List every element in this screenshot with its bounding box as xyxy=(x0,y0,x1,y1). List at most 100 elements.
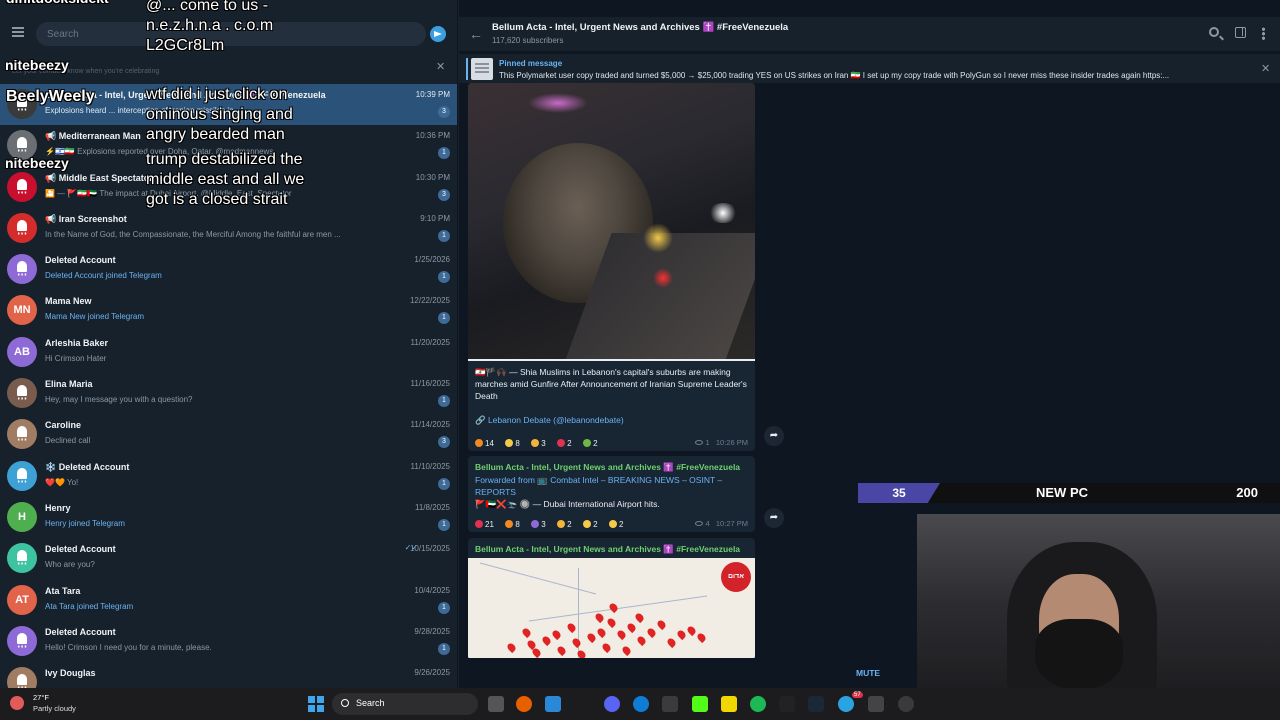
reaction-clap[interactable]: 3 xyxy=(531,439,546,448)
sticky-notes-icon[interactable] xyxy=(721,696,737,712)
video-light xyxy=(653,268,673,288)
spotify-icon[interactable] xyxy=(750,696,766,712)
steam-icon[interactable] xyxy=(808,696,824,712)
reaction-fire[interactable]: 8 xyxy=(505,520,520,529)
alert-map-image[interactable]: אדום xyxy=(468,558,755,658)
chat-name: 📢 Mediterranean Man xyxy=(45,131,141,142)
avatar xyxy=(7,378,37,409)
avatar xyxy=(7,130,37,161)
menu-icon[interactable] xyxy=(12,27,24,37)
store-icon[interactable] xyxy=(662,696,678,712)
reaction-fire[interactable]: 14 xyxy=(475,439,494,448)
chat-name: 📢 Iran Screenshot xyxy=(45,213,127,224)
avatar: MN xyxy=(7,295,37,326)
clap-icon xyxy=(531,439,540,447)
chat-name: ❄️ Deleted Account xyxy=(45,461,130,472)
video-light xyxy=(643,223,673,253)
chat-time: 1/25/2026 xyxy=(414,255,450,265)
chat-list-item[interactable]: AB Arleshia Baker 11/20/2025 Hi Crimson Hat… xyxy=(0,332,457,373)
reaction-laugh[interactable]: 8 xyxy=(505,439,520,448)
task-view-icon[interactable] xyxy=(488,696,504,712)
chat-preview: Henry joined Telegram xyxy=(45,518,125,528)
message-map-post: Bellum Acta - Intel, Urgent News and Arc… xyxy=(468,538,755,658)
chat-list-item[interactable]: Deleted Account 10/15/2025 ✓✓ Who are you? xyxy=(0,538,457,579)
more-options-icon[interactable] xyxy=(1262,27,1265,40)
search-input[interactable] xyxy=(36,22,426,46)
map-alert-pin xyxy=(595,626,608,639)
chat-name: Elina Maria xyxy=(45,379,93,390)
chat-name: Deleted Account xyxy=(45,255,116,266)
video-progress-bar[interactable] xyxy=(468,359,755,361)
app-icon[interactable] xyxy=(779,696,795,712)
score-right: 200 xyxy=(1236,485,1258,500)
chat-list-item[interactable]: MN Mama New 12/22/2025 Mama New joined Tele… xyxy=(0,290,457,331)
notification-badge: 57 xyxy=(852,692,863,698)
weather-temp: 27°F xyxy=(33,693,49,702)
chat-list-item[interactable]: Deleted Account 1/25/2026 Deleted Account … xyxy=(0,249,457,290)
chat-time: 9/28/2025 xyxy=(414,626,450,636)
chat-list-item[interactable]: Deleted Account 9/28/2025 Hello! Crimson I… xyxy=(0,621,457,662)
unread-badge: 1 xyxy=(438,312,450,325)
chat-time: 11/14/2025 xyxy=(410,420,450,430)
search-icon[interactable] xyxy=(1209,27,1219,37)
message-time: 10:27 PM xyxy=(715,519,748,528)
pinned-message-bar[interactable]: Pinned message This Polymarket user copy… xyxy=(459,53,1280,83)
map-alert-pin xyxy=(635,634,648,647)
reaction-cry[interactable]: 2 xyxy=(608,520,623,529)
reaction-count: 3 xyxy=(541,520,546,529)
share-icon[interactable]: ➦ xyxy=(764,508,784,528)
unread-badge: 1 xyxy=(438,395,450,408)
reaction-vomit[interactable]: 2 xyxy=(583,439,598,448)
chat-list-item[interactable]: Ivy Douglas 9/26/2025 xyxy=(0,662,457,688)
fire-icon xyxy=(505,520,514,528)
sidebar: Let your contacts know when you're celeb… xyxy=(0,0,458,688)
reaction-pray[interactable]: 3 xyxy=(531,520,546,529)
reaction-count: 2 xyxy=(593,520,598,529)
avatar xyxy=(7,212,37,243)
kick-icon[interactable] xyxy=(692,696,708,712)
vscode-icon[interactable] xyxy=(545,696,561,712)
channel-title[interactable]: Bellum Acta - Intel, Urgent News and Arc… xyxy=(492,22,788,33)
reaction-scream[interactable]: 2 xyxy=(583,520,598,529)
discord-icon[interactable] xyxy=(604,696,620,712)
forwarded-from[interactable]: Forwarded from 📺 Combat Intel – BREAKING… xyxy=(475,474,747,498)
source-link[interactable]: 🔗 Lebanon Debate (@lebanondebate) xyxy=(475,415,624,426)
chat-list-item[interactable]: ❄️ Deleted Account 11/10/2025 ❤️🧡 Yo! 1 xyxy=(0,456,457,497)
map-alert-pin xyxy=(605,616,618,629)
close-icon[interactable]: ✕ xyxy=(1261,62,1270,75)
reaction-heart[interactable]: 21 xyxy=(475,520,494,529)
mute-button[interactable]: MUTE xyxy=(856,668,880,678)
obs-icon[interactable] xyxy=(868,696,884,712)
close-icon[interactable]: ✕ xyxy=(436,60,445,73)
telegram-icon[interactable] xyxy=(430,26,446,42)
share-icon[interactable]: ➦ xyxy=(764,426,784,446)
telegram-icon[interactable] xyxy=(838,696,854,712)
app-icon[interactable] xyxy=(898,696,914,712)
chat-list-item[interactable]: Elina Maria 11/16/2025 Hey, may I message … xyxy=(0,373,457,414)
fire-icon xyxy=(475,439,483,447)
avatar: H xyxy=(7,501,37,532)
chat-list-item[interactable]: H Henry 11/8/2025 Henry joined Telegram 1 xyxy=(0,497,457,538)
chat-list-item[interactable]: Bellum Acta - Intel, Urgent News and Arc… xyxy=(0,84,457,126)
chat-list-item[interactable]: Caroline 11/14/2025 Declined call 3 xyxy=(0,414,457,455)
chat-name: Henry xyxy=(45,502,71,513)
message-sender[interactable]: Bellum Acta - Intel, Urgent News and Arc… xyxy=(475,544,740,555)
search-box[interactable] xyxy=(36,22,426,46)
reaction-thumbs-down[interactable]: 2 xyxy=(557,520,572,529)
chat-list-item[interactable]: AT Ata Tara 10/4/2025 Ata Tara joined Teleg… xyxy=(0,580,457,621)
reaction-heart[interactable]: 2 xyxy=(557,439,572,448)
chat-list-item[interactable]: 📢 Iran Screenshot 9:10 PM In the Name of G… xyxy=(0,208,457,249)
firefox-icon[interactable] xyxy=(516,696,532,712)
taskbar-search[interactable]: Search xyxy=(332,693,478,715)
chat-list-item[interactable]: 📢 Mediterranean Man 10:36 PM ⚡️🇮🇱🇮🇷 Explos… xyxy=(0,125,457,166)
chat-list-item[interactable]: 📢 Middle East Spectator 10:30 PM 🎦 — 🚩🇮🇷🇦🇪… xyxy=(0,167,457,208)
scream-icon xyxy=(583,520,592,528)
subscriber-count: 117,620 subscribers xyxy=(492,36,564,45)
message-sender[interactable]: Bellum Acta - Intel, Urgent News and Arc… xyxy=(475,462,740,473)
video-player[interactable] xyxy=(468,83,755,361)
sidebar-toggle-icon[interactable] xyxy=(1235,27,1246,38)
edge-icon[interactable] xyxy=(633,696,649,712)
heart-icon xyxy=(475,520,483,528)
windows-start-icon[interactable] xyxy=(308,696,324,712)
back-arrow-icon[interactable]: ← xyxy=(469,26,483,42)
